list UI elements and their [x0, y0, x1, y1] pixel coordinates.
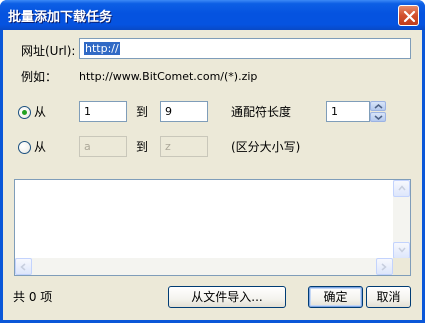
case-sensitive-note: (区分大小写) — [231, 140, 301, 154]
vertical-scrollbar[interactable] — [393, 180, 410, 259]
letter-range-radio-label[interactable]: 从 — [34, 140, 46, 154]
scroll-down-button[interactable] — [393, 242, 410, 259]
scroll-right-button[interactable] — [376, 258, 393, 275]
letter-from-input[interactable]: a — [79, 136, 127, 157]
title-bar[interactable]: 批量添加下载任务 — [0, 0, 425, 30]
scroll-up-button[interactable] — [393, 180, 410, 197]
wildcard-length-label: 通配符长度 — [231, 105, 292, 119]
arrow-left-icon — [20, 263, 26, 271]
close-icon — [403, 10, 416, 23]
numeric-range-radio[interactable] — [18, 106, 31, 119]
batch-download-dialog: 批量添加下载任务 网址(Url): http:// 例如： http://www… — [0, 0, 425, 323]
item-count: 共 0 项 — [13, 290, 53, 304]
numeric-range-radio-label[interactable]: 从 — [34, 105, 46, 119]
stepper-up-button[interactable] — [370, 101, 386, 111]
wildcard-length-stepper[interactable] — [370, 101, 386, 122]
import-from-file-button[interactable]: 从文件导入... — [168, 286, 286, 308]
wildcard-length-input[interactable]: 1 — [326, 101, 370, 122]
example-label: 例如： — [21, 70, 58, 84]
wildcard-length-value: 1 — [331, 105, 338, 118]
example-url: http://www.BitComet.com/(*).zip — [79, 70, 258, 83]
numeric-to-input[interactable]: 9 — [160, 101, 208, 122]
close-button[interactable] — [398, 5, 419, 26]
letter-to-value: z — [165, 140, 171, 153]
letter-from-value: a — [84, 140, 91, 153]
url-label: 网址(Url): — [21, 44, 76, 58]
stepper-down-button[interactable] — [370, 112, 386, 122]
letter-range-radio[interactable] — [18, 141, 31, 154]
scrollbar-corner — [393, 258, 410, 275]
url-list[interactable] — [14, 179, 411, 276]
arrow-down-icon — [398, 247, 406, 253]
arrow-up-icon — [398, 185, 406, 191]
letter-to-label: 到 — [136, 140, 149, 154]
ok-button[interactable]: 确定 — [308, 286, 363, 308]
chevron-up-icon — [374, 104, 383, 109]
dialog-title: 批量添加下载任务 — [8, 10, 113, 25]
url-input-value: http:// — [84, 42, 120, 55]
cancel-button[interactable]: 取消 — [366, 286, 411, 308]
chevron-down-icon — [374, 115, 383, 120]
numeric-from-value: 1 — [84, 105, 91, 118]
arrow-right-icon — [381, 263, 387, 271]
numeric-to-value: 9 — [165, 105, 172, 118]
dialog-body: 网址(Url): http:// 例如： http://www.BitComet… — [3, 30, 422, 320]
scroll-left-button[interactable] — [15, 258, 32, 275]
url-input[interactable]: http:// — [79, 38, 411, 59]
horizontal-scrollbar[interactable] — [15, 258, 393, 275]
numeric-to-label: 到 — [136, 105, 149, 119]
numeric-from-input[interactable]: 1 — [79, 101, 127, 122]
letter-to-input[interactable]: z — [160, 136, 208, 157]
